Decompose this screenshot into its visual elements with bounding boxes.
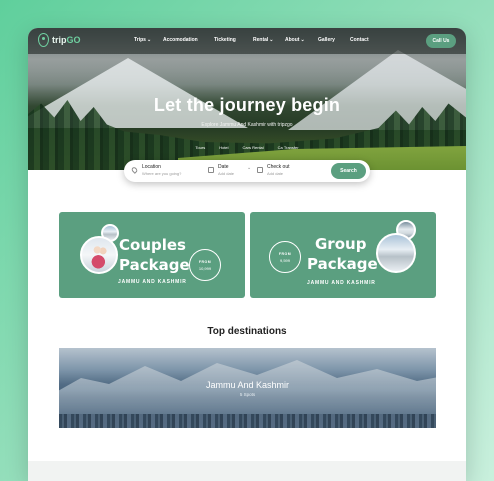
checkout-input[interactable]: Add date [267,171,283,176]
calendar-icon [208,167,214,173]
location-field[interactable]: Location Where are you going? [130,164,202,178]
top-navbar: tripGO Trips⌄ Accomodation Ticketing Ren… [28,28,466,54]
call-us-button[interactable]: Call Us [426,34,456,48]
destination-spot-count: 5 Spots [239,392,256,397]
nav-item-rental[interactable]: Rental⌄ [253,37,273,43]
logo-text: tripGO [52,35,81,45]
package-title: Couples Package [119,236,190,274]
hero-subtitle: Explore Jammu And Kashmir with tripzgo [201,122,293,128]
destination-name: Jammu And Kashmir [205,380,290,390]
date-label: Date [218,164,229,170]
package-title: Group Package [307,235,378,273]
service-tabs: Tours Hotel Cars Rental Ca Transfer [28,145,466,150]
nav-item-ticketing[interactable]: Ticketing [214,37,236,43]
calendar-icon [257,167,263,173]
package-region: JAMMU AND KASHMIR [307,280,376,286]
nav-item-trips[interactable]: Trips⌄ [134,37,151,43]
browser-frame: tripGO Trips⌄ Accomodation Ticketing Ren… [28,28,466,481]
tab-tours[interactable]: Tours [195,145,205,150]
location-label: Location [142,164,161,170]
tab-hotel[interactable]: Hotel [219,145,228,150]
nav-item-accomodation[interactable]: Accomodation [163,37,198,43]
section-title: Top destinations [207,326,287,337]
package-photo [376,233,416,273]
nav-item-contact[interactable]: Contact [350,37,369,43]
price-badge: FROM 10,999 [189,249,221,281]
destination-card[interactable]: Jammu And Kashmir 5 Spots [59,348,436,428]
nav-item-about[interactable]: About⌄ [285,37,305,43]
package-region: JAMMU AND KASHMIR [118,279,187,285]
package-photo [80,236,118,274]
package-card-group[interactable]: Group Package FROM 9,599 JAMMU AND KASHM… [250,212,436,298]
date-field[interactable]: Date Add date [208,164,252,178]
nav-item-gallery[interactable]: Gallery [318,37,335,43]
location-input[interactable]: Where are you going? [142,171,181,176]
chevron-down-icon: ⌄ [146,37,152,43]
hero-title: Let the journey begin [153,95,341,115]
search-button[interactable]: Search [331,163,366,179]
chevron-down-icon: ⌄ [300,37,305,43]
package-card-couples[interactable]: Couples Package FROM 10,999 JAMMU AND KA… [59,212,245,298]
chevron-down-icon: ⌄ [269,37,274,43]
checkout-field[interactable]: Check out Add date [257,164,317,178]
location-pin-icon [38,33,49,47]
search-bar: Location Where are you going? Date Add d… [124,160,370,182]
tab-cars-rental[interactable]: Cars Rental [243,145,264,150]
price-badge: FROM 9,599 [269,241,301,273]
checkout-label: Check out [267,164,290,170]
chevron-down-icon: ⌄ [247,165,252,171]
hero-banner: tripGO Trips⌄ Accomodation Ticketing Ren… [28,28,466,170]
tab-car-transfer[interactable]: Ca Transfer [278,145,299,150]
logo[interactable]: tripGO [38,33,81,47]
next-section [28,461,466,481]
location-pin-icon [130,166,139,174]
date-input[interactable]: Add date [218,171,234,176]
